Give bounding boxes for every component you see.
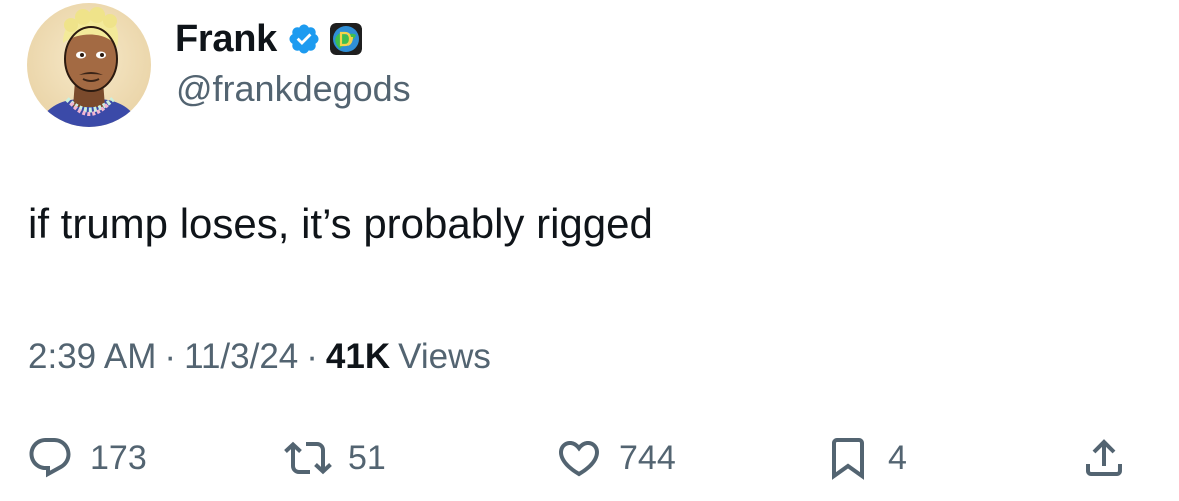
avatar-image xyxy=(27,3,151,127)
bookmark-button[interactable]: 4 xyxy=(824,428,907,488)
like-button[interactable]: 744 xyxy=(555,428,676,488)
meta-separator: · xyxy=(164,337,177,376)
reply-icon xyxy=(29,438,71,478)
reply-button[interactable]: 173 xyxy=(26,428,147,488)
tweet-time[interactable]: 2:39 AM xyxy=(28,337,156,377)
tweet: Frank @frankdegods if trump loses, it’s … xyxy=(0,0,1179,501)
retweet-button[interactable]: 51 xyxy=(284,428,386,488)
share-icon xyxy=(1086,439,1122,476)
author-name-row: Frank xyxy=(175,14,362,64)
reply-count: 173 xyxy=(90,438,147,477)
heart-icon xyxy=(558,441,600,477)
tweet-meta: 2:39 AM · 11/3/24 · 41K Views xyxy=(28,337,491,377)
tweet-text: if trump loses, it’s probably rigged xyxy=(28,200,653,247)
views-label[interactable]: Views xyxy=(398,337,491,377)
share-button[interactable] xyxy=(1080,428,1128,488)
tweet-date[interactable]: 11/3/24 xyxy=(184,337,298,377)
meta-separator: · xyxy=(306,337,318,376)
bookmark-count: 4 xyxy=(888,438,907,477)
bookmark-icon xyxy=(832,438,864,480)
degods-affiliate-badge[interactable] xyxy=(329,23,362,55)
retweet-count: 51 xyxy=(348,438,386,477)
avatar[interactable] xyxy=(27,3,151,127)
display-name[interactable]: Frank xyxy=(175,18,277,61)
author-handle[interactable]: @frankdegods xyxy=(176,68,411,110)
retweet-icon xyxy=(284,441,332,475)
views-count[interactable]: 41K xyxy=(326,337,390,377)
verified-badge-icon[interactable] xyxy=(287,22,321,56)
like-count: 744 xyxy=(619,438,676,477)
